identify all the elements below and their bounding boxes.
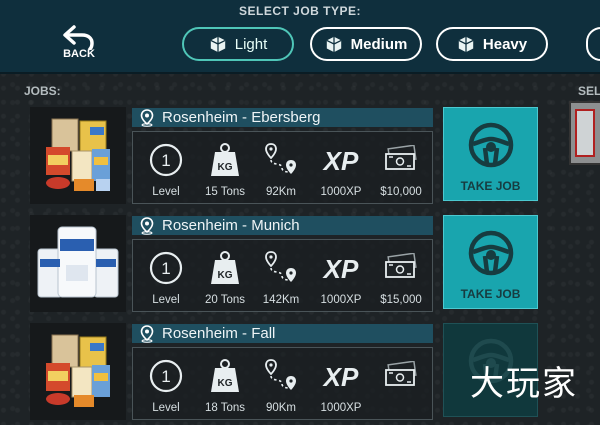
select-job-type-title: SELECT JOB TYPE: — [238, 4, 362, 18]
job-card: Rosenheim - Munich 1 Level KG 20 Tons 14… — [30, 215, 540, 312]
take-job-button[interactable]: TAKE JOB — [443, 107, 538, 201]
groceries-icon — [46, 118, 110, 191]
xp-stat: XP 1000XP — [311, 348, 371, 421]
route-bar: Rosenheim - Ebersberg — [132, 108, 433, 127]
back-arrow-icon — [63, 25, 94, 50]
back-button[interactable]: BACK — [56, 24, 102, 68]
select-section-label: SEL — [578, 84, 600, 98]
pay-stat — [371, 348, 431, 421]
distance-value: 142Km — [262, 294, 300, 306]
distance-value: 92Km — [265, 186, 297, 198]
xp-value: 1000XP — [320, 294, 362, 306]
tab-overflow[interactable] — [586, 27, 600, 61]
xp-value: 1000XP — [320, 186, 362, 198]
level-stat: 1 Level — [136, 348, 196, 421]
watermark-text: 大玩家 — [470, 364, 578, 404]
svg-text:XP: XP — [322, 254, 359, 283]
tab-light[interactable]: Light — [182, 27, 294, 61]
route-text: Rosenheim - Ebersberg — [162, 109, 321, 126]
tab-medium[interactable]: Medium — [310, 27, 422, 61]
location-pin-icon — [140, 108, 154, 127]
xp-icon: XP — [322, 362, 359, 391]
route-distance-icon — [265, 251, 296, 282]
route-distance-icon — [265, 143, 296, 174]
cargo-image — [30, 215, 126, 312]
xp-icon: XP — [322, 254, 359, 283]
svg-text:KG: KG — [218, 162, 233, 173]
distance-value: 90Km — [265, 402, 297, 414]
take-job-button[interactable]: TAKE JOB — [443, 215, 538, 309]
weight-stat: KG 18 Tons — [195, 348, 255, 421]
location-pin-icon — [140, 216, 154, 235]
job-type-header: SELECT JOB TYPE: BACK Light Medium Heavy — [0, 0, 600, 74]
cargo-box-icon — [326, 36, 342, 53]
pay-value: $10,000 — [380, 186, 422, 198]
jobs-section-label: JOBS: — [24, 84, 61, 98]
weight-kg-icon: KG — [211, 143, 239, 176]
xp-value: 1000XP — [320, 402, 362, 414]
job-card: Rosenheim - Fall 1 Level KG 18 Tons 90Km… — [30, 323, 540, 420]
svg-text:1: 1 — [161, 151, 170, 170]
level-stat: 1 Level — [136, 240, 196, 313]
sugar-bags-icon — [37, 226, 119, 298]
route-text: Rosenheim - Fall — [162, 325, 276, 342]
money-bills-icon — [385, 145, 417, 170]
pay-stat: $15,000 — [371, 240, 431, 313]
trailer-icon — [575, 109, 595, 157]
xp-stat: XP 1000XP — [311, 240, 371, 313]
pay-stat: $10,000 — [371, 132, 431, 205]
take-job-label: TAKE JOB — [460, 287, 521, 301]
level-label: Level — [152, 186, 180, 198]
cargo-image — [30, 107, 126, 204]
svg-text:XP: XP — [322, 146, 359, 175]
svg-text:1: 1 — [161, 367, 170, 386]
job-stats: 1 Level KG 20 Tons 142Km XP 1000XP $15,0… — [132, 239, 433, 312]
cargo-image — [30, 323, 126, 420]
steering-wheel-icon — [468, 230, 514, 276]
level-circle-icon: 1 — [149, 143, 183, 177]
distance-stat: 92Km — [251, 132, 311, 205]
groceries-icon — [46, 334, 110, 407]
pay-value: $15,000 — [380, 294, 422, 306]
weight-stat: KG 15 Tons — [195, 132, 255, 205]
level-circle-icon: 1 — [149, 251, 183, 285]
xp-icon: XP — [322, 146, 359, 175]
xp-stat: XP 1000XP — [311, 132, 371, 205]
level-label: Level — [152, 402, 180, 414]
weight-stat: KG 20 Tons — [195, 240, 255, 313]
level-circle-icon: 1 — [149, 359, 183, 393]
route-text: Rosenheim - Munich — [162, 217, 300, 234]
tab-heavy-label: Heavy — [482, 35, 528, 53]
steering-wheel-icon — [468, 122, 514, 168]
svg-text:KG: KG — [218, 270, 233, 281]
svg-text:XP: XP — [322, 362, 359, 391]
back-label: BACK — [63, 48, 95, 60]
route-distance-icon — [265, 359, 296, 390]
job-stats: 1 Level KG 18 Tons 90Km XP 1000XP — [132, 347, 433, 420]
cargo-box-icon — [458, 36, 474, 53]
distance-stat: 142Km — [251, 240, 311, 313]
svg-text:1: 1 — [161, 259, 170, 278]
location-pin-icon — [140, 324, 154, 343]
tab-heavy[interactable]: Heavy — [436, 27, 548, 61]
take-job-label: TAKE JOB — [460, 179, 521, 193]
svg-text:KG: KG — [218, 378, 233, 389]
money-bills-icon — [385, 361, 417, 386]
weight-kg-icon: KG — [211, 359, 239, 392]
trailer-select-card[interactable] — [569, 101, 600, 165]
weight-kg-icon: KG — [211, 251, 239, 284]
level-stat: 1 Level — [136, 132, 196, 205]
route-bar: Rosenheim - Munich — [132, 216, 433, 235]
tab-medium-label: Medium — [350, 35, 408, 53]
tab-light-label: Light — [234, 35, 268, 53]
route-bar: Rosenheim - Fall — [132, 324, 433, 343]
job-stats: 1 Level KG 15 Tons 92Km XP 1000XP $10,00… — [132, 131, 433, 204]
cargo-box-icon — [210, 36, 226, 53]
job-card: Rosenheim - Ebersberg 1 Level KG 15 Tons — [30, 107, 540, 204]
money-bills-icon — [385, 253, 417, 278]
distance-stat: 90Km — [251, 348, 311, 421]
level-label: Level — [152, 294, 180, 306]
